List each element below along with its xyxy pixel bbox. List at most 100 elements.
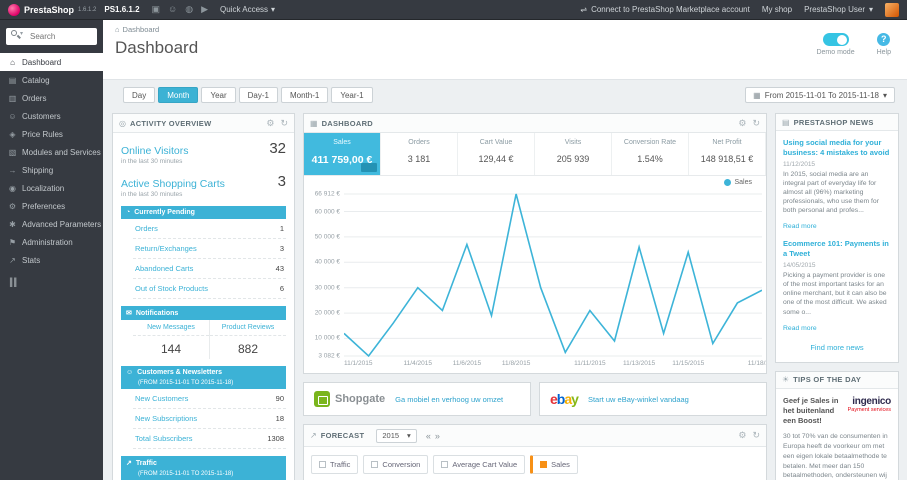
support-icon[interactable]: ◍ — [185, 4, 193, 15]
shopgate-promo-link[interactable]: Ga mobiel en verhoog uw omzet — [395, 395, 503, 404]
dashboard-panel: ▦ DASHBOARD ⚙ ↻ Sales 411 759,00 € Order… — [303, 113, 767, 374]
tab-month-1[interactable]: Month-1 — [280, 87, 329, 103]
news-item-title[interactable]: Ecommerce 101: Payments in a Tweet — [783, 239, 891, 259]
tab-month[interactable]: Month — [158, 87, 199, 103]
sidebar-item-preferences[interactable]: ⚙ Preferences — [0, 197, 103, 215]
brand-version: 1.6.1.2 — [78, 6, 97, 13]
brand[interactable]: PrestaShop 1.6.1.2 — [8, 3, 97, 16]
kpi-value: 1.54% — [637, 154, 663, 164]
ebay-promo-link[interactable]: Start uw eBay-winkel vandaag — [588, 395, 689, 404]
pending-row-orders: Orders 1 — [133, 219, 286, 239]
gear-icon[interactable]: ⚙ — [266, 118, 274, 129]
next-period-button[interactable]: » — [435, 431, 440, 441]
sidebar-item-orders[interactable]: ▥ Orders — [0, 89, 103, 107]
traffic-icon: ↗ — [126, 460, 132, 467]
sidebar-item-customers[interactable]: ☺ Customers — [0, 107, 103, 125]
product-reviews-link[interactable]: Product Reviews — [210, 320, 286, 336]
sidebar-item-label: Preferences — [22, 201, 66, 211]
sidebar-item-administration[interactable]: ⚑ Administration — [0, 233, 103, 251]
sidebar-item-advanced-parameters[interactable]: ✱ Advanced Parameters — [0, 215, 103, 233]
sidebar-item-stats[interactable]: ↗ Stats — [0, 251, 103, 269]
kpi-net-profit[interactable]: Net Profit 148 918,51 € — [689, 133, 766, 175]
new-messages-link[interactable]: New Messages — [133, 320, 209, 336]
forecast-filter-average-cart-value[interactable]: Average Cart Value — [433, 455, 526, 474]
row-label[interactable]: New Customers — [135, 394, 188, 403]
sidebar-item-label: Customers — [22, 111, 61, 121]
sidebar-item-shipping[interactable]: → Shipping — [0, 161, 103, 179]
date-range-picker[interactable]: ▦ From 2015-11-01 To 2015-11-18 ▾ — [745, 87, 895, 103]
row-label[interactable]: Out of Stock Products — [135, 284, 208, 293]
x-axis-tick: 11/6/2015 — [452, 360, 482, 367]
calendar-icon: ▦ — [753, 90, 761, 100]
read-more-link[interactable]: Read more — [783, 223, 817, 230]
sidebar-item-price-rules[interactable]: ◈ Price Rules — [0, 125, 103, 143]
refresh-icon[interactable]: ↻ — [280, 118, 288, 129]
forecast-filter-traffic[interactable]: Traffic — [311, 455, 359, 474]
row-label[interactable]: New Subscriptions — [135, 414, 197, 423]
customers-icon: ☺ — [8, 111, 17, 121]
breadcrumb[interactable]: ⌂ Dashboard — [115, 25, 895, 34]
online-visitors-link[interactable]: Online Visitors — [121, 145, 189, 157]
tab-year-1[interactable]: Year-1 — [331, 87, 373, 103]
stats-icon: ↗ — [9, 255, 16, 265]
collapse-menu-icon[interactable]: ▍▍ — [0, 269, 103, 296]
marketplace-connect-link[interactable]: ⇌ Connect to PrestaShop Marketplace acco… — [580, 5, 749, 14]
sidebar: ▾ ⌂ Dashboard ▤ Catalog ▥ Orders ☺ Custo… — [0, 20, 103, 480]
kpi-cart-value[interactable]: Cart Value 129,44 € — [458, 133, 535, 175]
kpi-label: Visits — [564, 139, 582, 146]
avatar[interactable] — [885, 2, 899, 17]
search-icon — [11, 30, 17, 36]
refresh-icon[interactable]: ↻ — [752, 118, 760, 129]
search-scope-caret-icon[interactable]: ▾ — [20, 30, 23, 37]
quick-access-menu[interactable]: Quick Access ▾ — [220, 5, 275, 14]
news-item-title[interactable]: Using social media for your business: 4 … — [783, 138, 891, 158]
prev-period-button[interactable]: « — [426, 431, 431, 441]
kpi-sales[interactable]: Sales 411 759,00 € — [304, 133, 381, 175]
preferences-icon: ⚙ — [8, 201, 17, 211]
demo-mode-toggle[interactable] — [822, 33, 849, 46]
row-value: 1308 — [267, 434, 284, 443]
row-label[interactable]: Abandoned Carts — [135, 264, 193, 273]
tab-day-1[interactable]: Day-1 — [238, 87, 278, 103]
checkbox-icon — [319, 461, 326, 468]
sidebar-item-localization[interactable]: ◉ Localization — [0, 179, 103, 197]
sidebar-item-modules[interactable]: ▧ Modules and Services — [0, 143, 103, 161]
onboarding-icon[interactable]: ▶ — [201, 4, 208, 15]
tab-year[interactable]: Year — [201, 87, 236, 103]
user-menu[interactable]: PrestaShop User ▾ — [804, 5, 873, 14]
refresh-icon[interactable]: ↻ — [752, 430, 760, 441]
help-icon[interactable]: ? — [877, 33, 891, 46]
sidebar-item-label: Advanced Parameters — [22, 219, 102, 229]
demo-mode-control: Demo mode — [816, 33, 855, 56]
kpi-sales-badge — [361, 163, 377, 172]
row-label[interactable]: Total Subscribers — [135, 434, 193, 443]
kpi-label: Conversion Rate — [623, 139, 677, 146]
row-label[interactable]: Return/Exchanges — [135, 244, 197, 253]
kpi-orders[interactable]: Orders 3 181 — [381, 133, 458, 175]
news-item-date: 14/05/2015 — [783, 261, 816, 269]
chevron-down-icon: ▾ — [882, 90, 887, 100]
forecast-filter-conversion[interactable]: Conversion — [363, 455, 429, 474]
advanced-parameters-icon: ✱ — [9, 219, 16, 229]
row-label[interactable]: Orders — [135, 224, 158, 233]
read-more-link[interactable]: Read more — [783, 325, 817, 332]
kpi-visits[interactable]: Visits 205 939 — [535, 133, 612, 175]
tab-day[interactable]: Day — [123, 87, 156, 103]
sidebar-item-catalog[interactable]: ▤ Catalog — [0, 71, 103, 89]
kpi-conversion-rate[interactable]: Conversion Rate 1.54% — [612, 133, 689, 175]
shop-icon[interactable]: ▣ — [152, 4, 161, 15]
chart-legend-sales[interactable]: Sales — [724, 179, 752, 186]
gear-icon[interactable]: ⚙ — [738, 118, 746, 129]
employee-icon[interactable]: ☺ — [168, 4, 177, 15]
customers-row-new-subscriptions: New Subscriptions 18 — [133, 409, 286, 429]
row-value: 6 — [279, 284, 284, 293]
forecast-filter-sales[interactable]: Sales — [530, 455, 578, 474]
forecast-year-select[interactable]: 2015 ▾ — [376, 428, 417, 443]
sidebar-item-dashboard[interactable]: ⌂ Dashboard — [0, 53, 103, 71]
news-panel-title: PRESTASHOP NEWS — [793, 117, 874, 127]
gear-icon[interactable]: ⚙ — [738, 430, 746, 441]
active-carts-link[interactable]: Active Shopping Carts — [121, 178, 225, 190]
row-value: 3 — [279, 244, 284, 253]
find-more-news-link[interactable]: Find more news — [783, 343, 891, 352]
my-shop-link[interactable]: My shop — [762, 5, 792, 14]
